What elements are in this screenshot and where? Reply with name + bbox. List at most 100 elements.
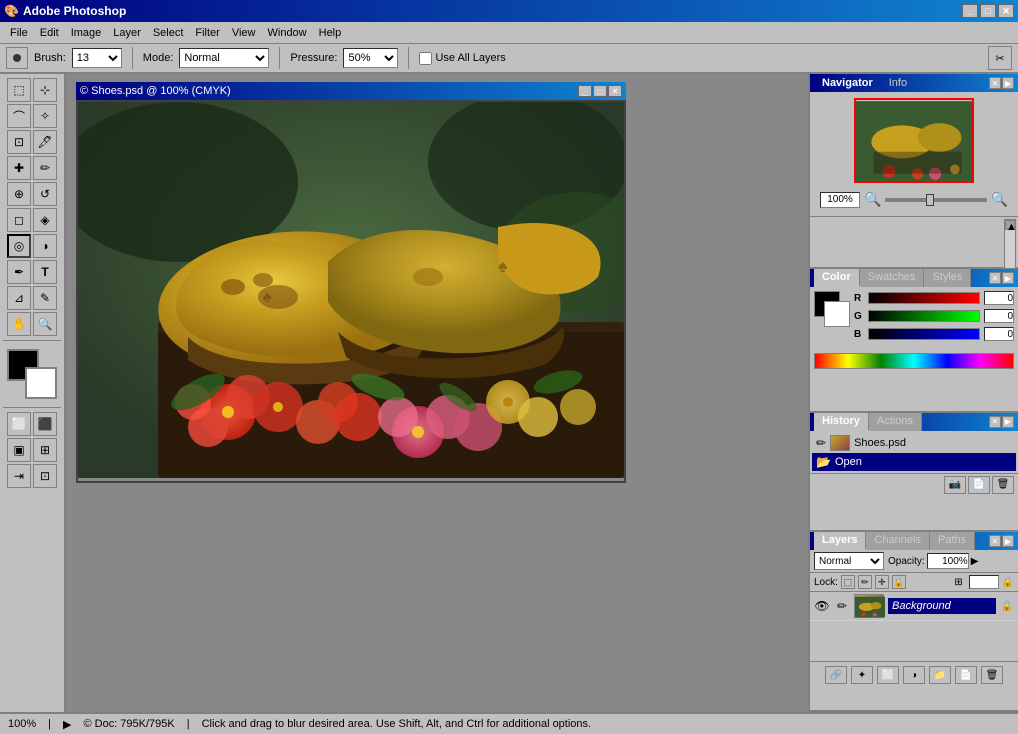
eyedropper-tool[interactable]: 🖋 xyxy=(33,130,57,154)
history-brush-tool[interactable]: ↺ xyxy=(33,182,57,206)
tab-info[interactable]: Info xyxy=(881,75,915,91)
add-link-btn[interactable]: 🔗 xyxy=(825,666,847,684)
pen-tool[interactable]: ✒ xyxy=(7,260,31,284)
dodge-tool[interactable]: ◑ xyxy=(33,234,57,258)
tab-paths[interactable]: Paths xyxy=(930,532,975,550)
red-track[interactable] xyxy=(868,292,980,304)
lasso-tool[interactable]: ⌒ xyxy=(7,104,31,128)
menu-layer[interactable]: Layer xyxy=(107,25,147,41)
layers-mode-select[interactable]: Normal xyxy=(814,552,884,570)
menu-view[interactable]: View xyxy=(226,25,262,41)
marquee-tool[interactable]: ⬚ xyxy=(7,78,31,102)
zoom-in-icon[interactable]: 🔍 xyxy=(991,191,1008,208)
layer-visibility-eye[interactable]: 👁 xyxy=(814,598,830,614)
green-value[interactable] xyxy=(984,309,1014,323)
menu-image[interactable]: Image xyxy=(65,25,108,41)
doc-maximize-button[interactable]: □ xyxy=(593,85,607,97)
move-tool[interactable]: ⊹ xyxy=(33,78,57,102)
close-button[interactable]: ✕ xyxy=(998,4,1014,18)
green-track[interactable] xyxy=(868,310,980,322)
menu-select[interactable]: Select xyxy=(147,25,190,41)
navigator-slider[interactable] xyxy=(885,198,986,202)
navigator-close-btn[interactable]: ✕ xyxy=(989,77,1001,89)
color-selector[interactable] xyxy=(7,349,57,399)
red-value[interactable] xyxy=(984,291,1014,305)
doc-close-button[interactable]: ✕ xyxy=(608,85,622,97)
maximize-button[interactable]: □ xyxy=(980,4,996,18)
doc-minimize-button[interactable]: _ xyxy=(578,85,592,97)
tab-history[interactable]: History xyxy=(814,413,869,431)
navigator-zoom-input[interactable] xyxy=(820,192,860,208)
opacity-arrow[interactable]: ▶ xyxy=(971,556,979,567)
color-close-btn[interactable]: ✕ xyxy=(989,272,1001,284)
lock-position-btn[interactable]: ✛ xyxy=(875,575,889,589)
pressure-select[interactable]: 50% xyxy=(343,48,398,68)
opacity-input[interactable] xyxy=(927,553,969,569)
color-menu-btn[interactable]: ▶ xyxy=(1002,272,1014,284)
measure-tool[interactable]: ⊿ xyxy=(7,286,31,310)
background-color-box[interactable] xyxy=(824,301,850,327)
zoom-tool[interactable]: 🔍 xyxy=(33,312,57,336)
tab-color[interactable]: Color xyxy=(814,269,860,287)
tab-channels[interactable]: Channels xyxy=(866,532,929,550)
use-all-layers-checkbox[interactable] xyxy=(419,52,432,65)
color-spectrum[interactable] xyxy=(814,353,1014,369)
brush-select[interactable]: 13 xyxy=(72,48,122,68)
mode-select[interactable]: Normal xyxy=(179,48,269,68)
blue-track[interactable] xyxy=(868,328,980,340)
tab-actions[interactable]: Actions xyxy=(869,413,922,431)
lock-pixels-btn[interactable]: ✏ xyxy=(858,575,872,589)
menu-window[interactable]: Window xyxy=(262,25,313,41)
blue-value[interactable] xyxy=(984,327,1014,341)
minimize-button[interactable]: _ xyxy=(962,4,978,18)
crop-tool[interactable]: ⊡ xyxy=(7,130,31,154)
notes-tool[interactable]: ✎ xyxy=(33,286,57,310)
brush-tool[interactable]: ✏ xyxy=(33,156,57,180)
menu-edit[interactable]: Edit xyxy=(34,25,65,41)
navigator-menu-btn[interactable]: ▶ xyxy=(1002,77,1014,89)
screen-mode-2[interactable]: ⊞ xyxy=(33,438,57,462)
screen-mode-1[interactable]: ▣ xyxy=(7,438,31,462)
blur-tool[interactable]: ◎ xyxy=(7,234,31,258)
menu-help[interactable]: Help xyxy=(313,25,348,41)
zoom-out-icon[interactable]: 🔍 xyxy=(864,191,881,208)
stamp-tool[interactable]: ⊕ xyxy=(7,182,31,206)
scroll-up-btn[interactable]: ▲ xyxy=(1005,220,1015,230)
eraser-tool[interactable]: ◻ xyxy=(7,208,31,232)
history-snapshot-item[interactable]: ✏ Shoes.psd xyxy=(812,433,1016,453)
layers-close-btn[interactable]: ✕ xyxy=(989,535,1001,547)
menu-filter[interactable]: Filter xyxy=(189,25,225,41)
add-mask-btn[interactable]: ⬜ xyxy=(877,666,899,684)
fill-tool[interactable]: ◈ xyxy=(33,208,57,232)
history-open-item[interactable]: 📂 Open xyxy=(812,453,1016,471)
fill-input[interactable] xyxy=(969,575,999,589)
jump-to-imageready[interactable]: ⇥ xyxy=(7,464,31,488)
new-layer-btn[interactable]: 📄 xyxy=(955,666,977,684)
delete-layer-btn[interactable]: 🗑 xyxy=(981,666,1003,684)
background-layer[interactable]: 👁 ✏ Background 🔒 xyxy=(810,592,1018,621)
tab-layers[interactable]: Layers xyxy=(814,532,866,550)
options-extra-btn[interactable]: ✂ xyxy=(988,46,1012,70)
add-style-btn[interactable]: ✦ xyxy=(851,666,873,684)
lock-all-btn[interactable]: 🔒 xyxy=(892,575,906,589)
standard-mode[interactable]: ⬜ xyxy=(7,412,31,436)
history-menu-btn[interactable]: ▶ xyxy=(1002,416,1014,428)
tab-swatches[interactable]: Swatches xyxy=(860,269,925,287)
delete-state-btn[interactable]: 🗑 xyxy=(992,476,1014,494)
history-close-btn[interactable]: ✕ xyxy=(989,416,1001,428)
tab-styles[interactable]: Styles xyxy=(924,269,971,287)
new-group-btn[interactable]: 📁 xyxy=(929,666,951,684)
menu-file[interactable]: File xyxy=(4,25,34,41)
background-color[interactable] xyxy=(25,367,57,399)
layers-menu-btn[interactable]: ▶ xyxy=(1002,535,1014,547)
lock-transparency-btn[interactable]: ⬚ xyxy=(841,575,855,589)
extra-tool[interactable]: ⊡ xyxy=(33,464,57,488)
tab-navigator[interactable]: Navigator xyxy=(814,75,881,91)
new-state-btn[interactable]: 📄 xyxy=(968,476,990,494)
brush-preview[interactable] xyxy=(6,47,28,69)
text-tool[interactable]: T xyxy=(33,260,57,284)
hand-tool[interactable]: ✋ xyxy=(7,312,31,336)
magic-wand-tool[interactable]: ✧ xyxy=(33,104,57,128)
new-adjustment-btn[interactable]: ◑ xyxy=(903,666,925,684)
heal-tool[interactable]: ✚ xyxy=(7,156,31,180)
